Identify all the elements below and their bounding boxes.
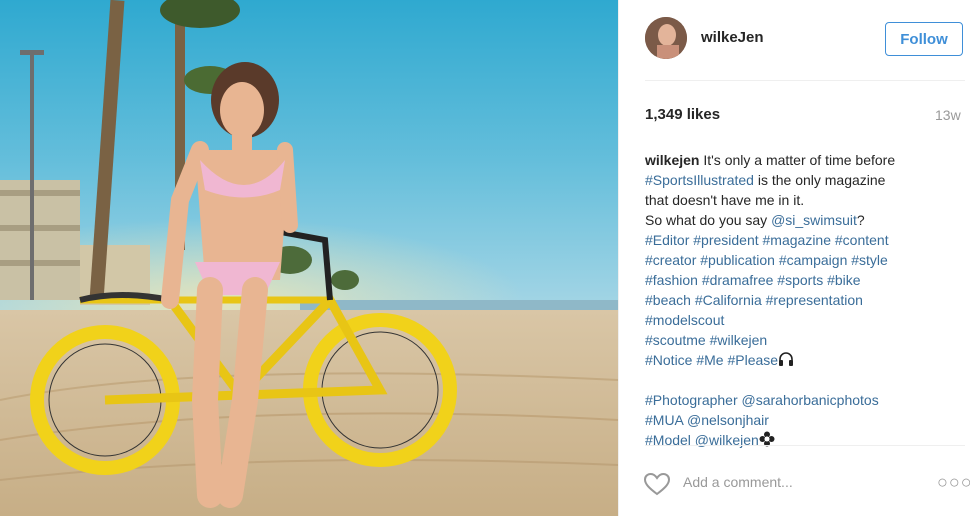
divider [645,80,965,81]
headphones-icon [778,351,794,372]
post-photo[interactable] [0,0,618,516]
caption-username[interactable]: wilkejen [645,152,699,168]
post-header: wilkeJen Follow [619,0,970,80]
caption-line: So what do you say @si_swimsuit? [645,210,963,230]
hashtag-link[interactable]: #fashion #dramafree #sports #bike [645,272,861,288]
hashtag-link[interactable]: #scoutme #wilkejen [645,332,767,348]
avatar[interactable] [645,17,687,59]
caption-line: #SportsIllustrated is the only magazine [645,170,963,190]
hashtag-link[interactable]: #Notice #Me #Please [645,352,778,368]
caption-text: So what do you say [645,212,772,228]
more-options-icon[interactable]: ○○○ [937,472,970,493]
hashtag-link[interactable]: #MUA @nelsonjhair [645,412,769,428]
time-ago[interactable]: 13w [935,107,961,123]
caption-text: ? [856,212,865,228]
hashtag-link[interactable]: #SportsIllustrated [645,172,754,188]
likes-count[interactable]: 1,349 likes [645,106,720,123]
caption-line: #beach #California #representation [645,290,963,310]
follow-button[interactable]: Follow [885,22,963,56]
hashtag-link[interactable]: #modelscout [645,312,724,328]
caption-line: #fashion #dramafree #sports #bike [645,270,963,290]
caption-line: #creator #publication #campaign #style [645,250,963,270]
caption-line: #scoutme #wilkejen [645,330,963,350]
caption-text: that doesn't have me in it. [645,192,805,208]
caption-line: that doesn't have me in it. [645,190,963,210]
hashtag-link[interactable]: #Editor #president #magazine #content [645,232,889,248]
caption-line: #MUA @nelsonjhair [645,410,963,430]
hashtag-link[interactable]: #Photographer @sarahorbanicphotos [645,392,879,408]
hashtag-link[interactable]: #beach #California #representation [645,292,863,308]
beach-bike-photo [0,0,618,516]
username[interactable]: wilkeJen [701,29,764,46]
hashtag-link[interactable]: @si_swimsuit [771,212,857,228]
comment-bar: Add a comment... ○○○ [619,452,970,516]
caption-line: wilkejen It's only a matter of time befo… [645,150,963,170]
caption-line: #Notice #Me #Please [645,350,963,370]
instagram-post: wilkeJen Follow 1,349 likes 13w wilkejen… [0,0,970,516]
flower-icon [759,431,775,452]
post-sidebar: wilkeJen Follow 1,349 likes 13w wilkejen… [618,0,970,516]
caption-line: #Editor #president #magazine #content [645,230,963,250]
caption-line: #Photographer @sarahorbanicphotos [645,390,963,410]
caption-text: is the only magazine [753,172,886,188]
heart-icon[interactable] [643,472,671,496]
caption-line: #Model @wilkejen [645,430,963,450]
avatar-image [645,17,687,59]
caption: wilkejen It's only a matter of time befo… [645,150,963,450]
hashtag-link[interactable]: #creator #publication #campaign #style [645,252,888,268]
divider [645,445,965,446]
caption-line: #modelscout [645,310,963,330]
comment-input[interactable]: Add a comment... [683,474,793,490]
caption-text: It's only a matter of time before [699,152,896,168]
